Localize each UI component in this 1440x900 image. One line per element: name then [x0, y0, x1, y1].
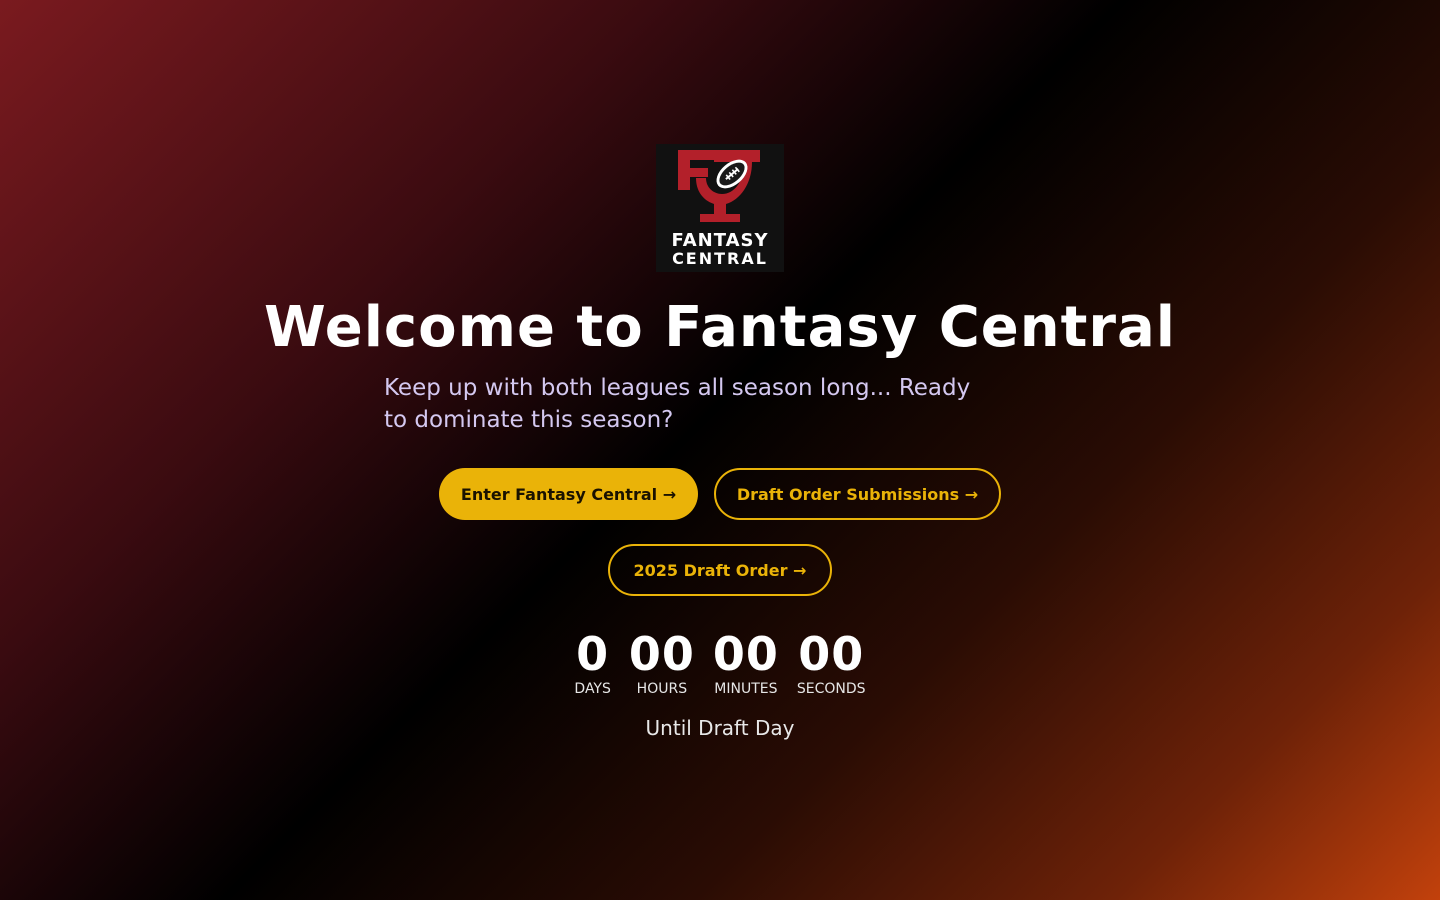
draft-order-submissions-label: Draft Order Submissions → [736, 484, 979, 504]
countdown-hours-value: 00 [628, 627, 695, 681]
page-subtitle: Keep up with both leagues all season lon… [384, 375, 971, 433]
logo-text-central: CENTRAL [672, 249, 768, 268]
countdown-minutes-value: 00 [712, 627, 779, 681]
countdown-days-value: 0 [576, 627, 610, 681]
countdown-hours: 00 HOURS [629, 628, 695, 698]
countdown-seconds: 00 SECONDS [797, 628, 866, 698]
countdown-caption: Until Draft Day [645, 716, 795, 740]
countdown-minutes: 00 MINUTES [713, 628, 779, 698]
countdown-days: 0 DAYS [574, 628, 610, 698]
enter-fantasy-central-label: Enter Fantasy Central → [460, 484, 677, 504]
countdown-seconds-label: SECONDS [796, 681, 866, 697]
logo-text-fantasy: FANTASY [671, 230, 769, 251]
countdown-minutes-label: MINUTES [714, 681, 778, 697]
countdown-hours-label: HOURS [636, 681, 688, 697]
draft-order-submissions-button[interactable]: Draft Order Submissions → [714, 468, 1001, 520]
countdown-days-label: DAYS [574, 681, 611, 697]
enter-fantasy-central-button[interactable]: Enter Fantasy Central → [439, 468, 698, 520]
hero-section: FANTASY CENTRAL Welcome to Fantasy Centr… [0, 0, 1440, 900]
draft-order-2025-button[interactable]: 2025 Draft Order → [608, 544, 832, 596]
draft-countdown: 0 DAYS 00 HOURS 00 MINUTES 00 SECONDS [0, 628, 1440, 698]
fantasy-central-logo: FANTASY CENTRAL [656, 144, 784, 272]
countdown-seconds-value: 00 [798, 627, 865, 681]
draft-order-2025-label: 2025 Draft Order → [633, 560, 807, 580]
page-title: Welcome to Fantasy Central [263, 295, 1177, 360]
